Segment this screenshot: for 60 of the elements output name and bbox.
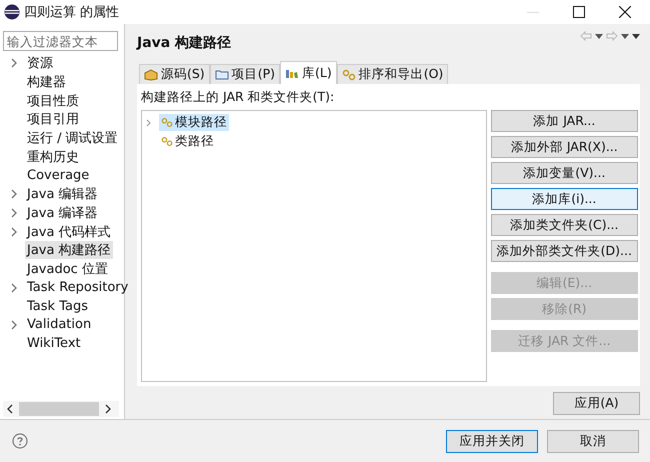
- action-button[interactable]: 添加外部类文件夹(D)...: [490, 240, 638, 262]
- sidebar-item[interactable]: Java 构建路径: [25, 241, 113, 260]
- books-icon: [285, 67, 299, 79]
- action-button[interactable]: 添加库(i)...: [490, 188, 638, 210]
- filter-field[interactable]: 输入过滤器文本: [3, 31, 118, 51]
- sidebar-item[interactable]: 项目性质: [25, 92, 81, 110]
- tab[interactable]: 源码(S): [139, 64, 210, 84]
- sidebar-item[interactable]: Java 代码样式: [25, 222, 113, 241]
- eclipse-logo-icon: [4, 4, 20, 20]
- sidebar-item[interactable]: Java 编辑器: [25, 185, 100, 204]
- package-icon: [144, 68, 158, 80]
- tab[interactable]: 排序和导出(O): [336, 64, 448, 84]
- action-button[interactable]: 添加外部 JAR(X)...: [490, 136, 638, 158]
- chevron-right-icon[interactable]: [11, 282, 17, 293]
- sidebar-item[interactable]: 运行 / 调试设置: [25, 129, 120, 148]
- sidebar-item[interactable]: 项目引用: [25, 110, 81, 128]
- chevron-right-icon[interactable]: [11, 208, 17, 218]
- dialog-button[interactable]: 取消: [547, 430, 639, 452]
- folder-icon: [214, 68, 229, 80]
- view-menu-icon[interactable]: [632, 34, 640, 38]
- sidebar-item[interactable]: 资源: [25, 54, 55, 72]
- close-icon[interactable]: [619, 6, 631, 18]
- link-icon: [161, 136, 173, 147]
- tab[interactable]: 库(L): [280, 61, 337, 84]
- chevron-right-icon[interactable]: [11, 189, 17, 200]
- action-button[interactable]: 添加变量(V)...: [490, 162, 638, 184]
- list-label: 构建路径上的 JAR 和类文件夹(T):: [141, 89, 336, 106]
- scrollbar-thumb[interactable]: [19, 402, 99, 416]
- tree-item[interactable]: 模块路径: [159, 114, 229, 131]
- maximize-icon[interactable]: [573, 6, 585, 18]
- chevron-right-icon[interactable]: [11, 58, 17, 68]
- sidebar-item[interactable]: Javadoc 位置: [25, 260, 110, 278]
- scroll-right-icon[interactable]: [105, 404, 111, 414]
- dropdown-icon[interactable]: [621, 34, 629, 38]
- sidebar-item[interactable]: Task Repository: [25, 280, 130, 296]
- help-icon[interactable]: [12, 433, 28, 449]
- sidebar-item[interactable]: Validation: [25, 317, 94, 332]
- dialog-button[interactable]: 应用并关闭: [446, 430, 538, 452]
- chevron-right-icon[interactable]: [11, 320, 17, 330]
- sidebar-item[interactable]: 重构历史: [25, 148, 81, 166]
- tab[interactable]: 项目(P): [210, 64, 280, 84]
- page-title: Java 构建路径: [137, 34, 232, 52]
- build-path-tree[interactable]: 模块路径 类路径: [141, 110, 487, 382]
- dropdown-icon[interactable]: [595, 34, 603, 38]
- apply-button[interactable]: 应用(A): [553, 392, 640, 415]
- link-icon: [342, 68, 356, 80]
- chevron-right-icon[interactable]: [11, 226, 17, 237]
- tree-item[interactable]: 类路径: [159, 133, 216, 150]
- scroll-left-icon[interactable]: [7, 404, 13, 414]
- action-button[interactable]: 添加 JAR...: [490, 110, 638, 132]
- action-button[interactable]: 添加类文件夹(C)...: [490, 214, 638, 236]
- horizontal-scrollbar[interactable]: [3, 401, 119, 417]
- chevron-right-icon[interactable]: [146, 118, 151, 126]
- sidebar-item[interactable]: WikiText: [25, 336, 83, 352]
- window-title: 四则运算 的属性: [24, 4, 120, 21]
- sidebar-item[interactable]: Java 编译器: [25, 204, 100, 222]
- sidebar-item[interactable]: Coverage: [25, 168, 92, 183]
- sidebar-item[interactable]: 构建器: [25, 73, 68, 92]
- link-icon: [161, 117, 173, 128]
- sidebar-item[interactable]: Task Tags: [25, 298, 90, 314]
